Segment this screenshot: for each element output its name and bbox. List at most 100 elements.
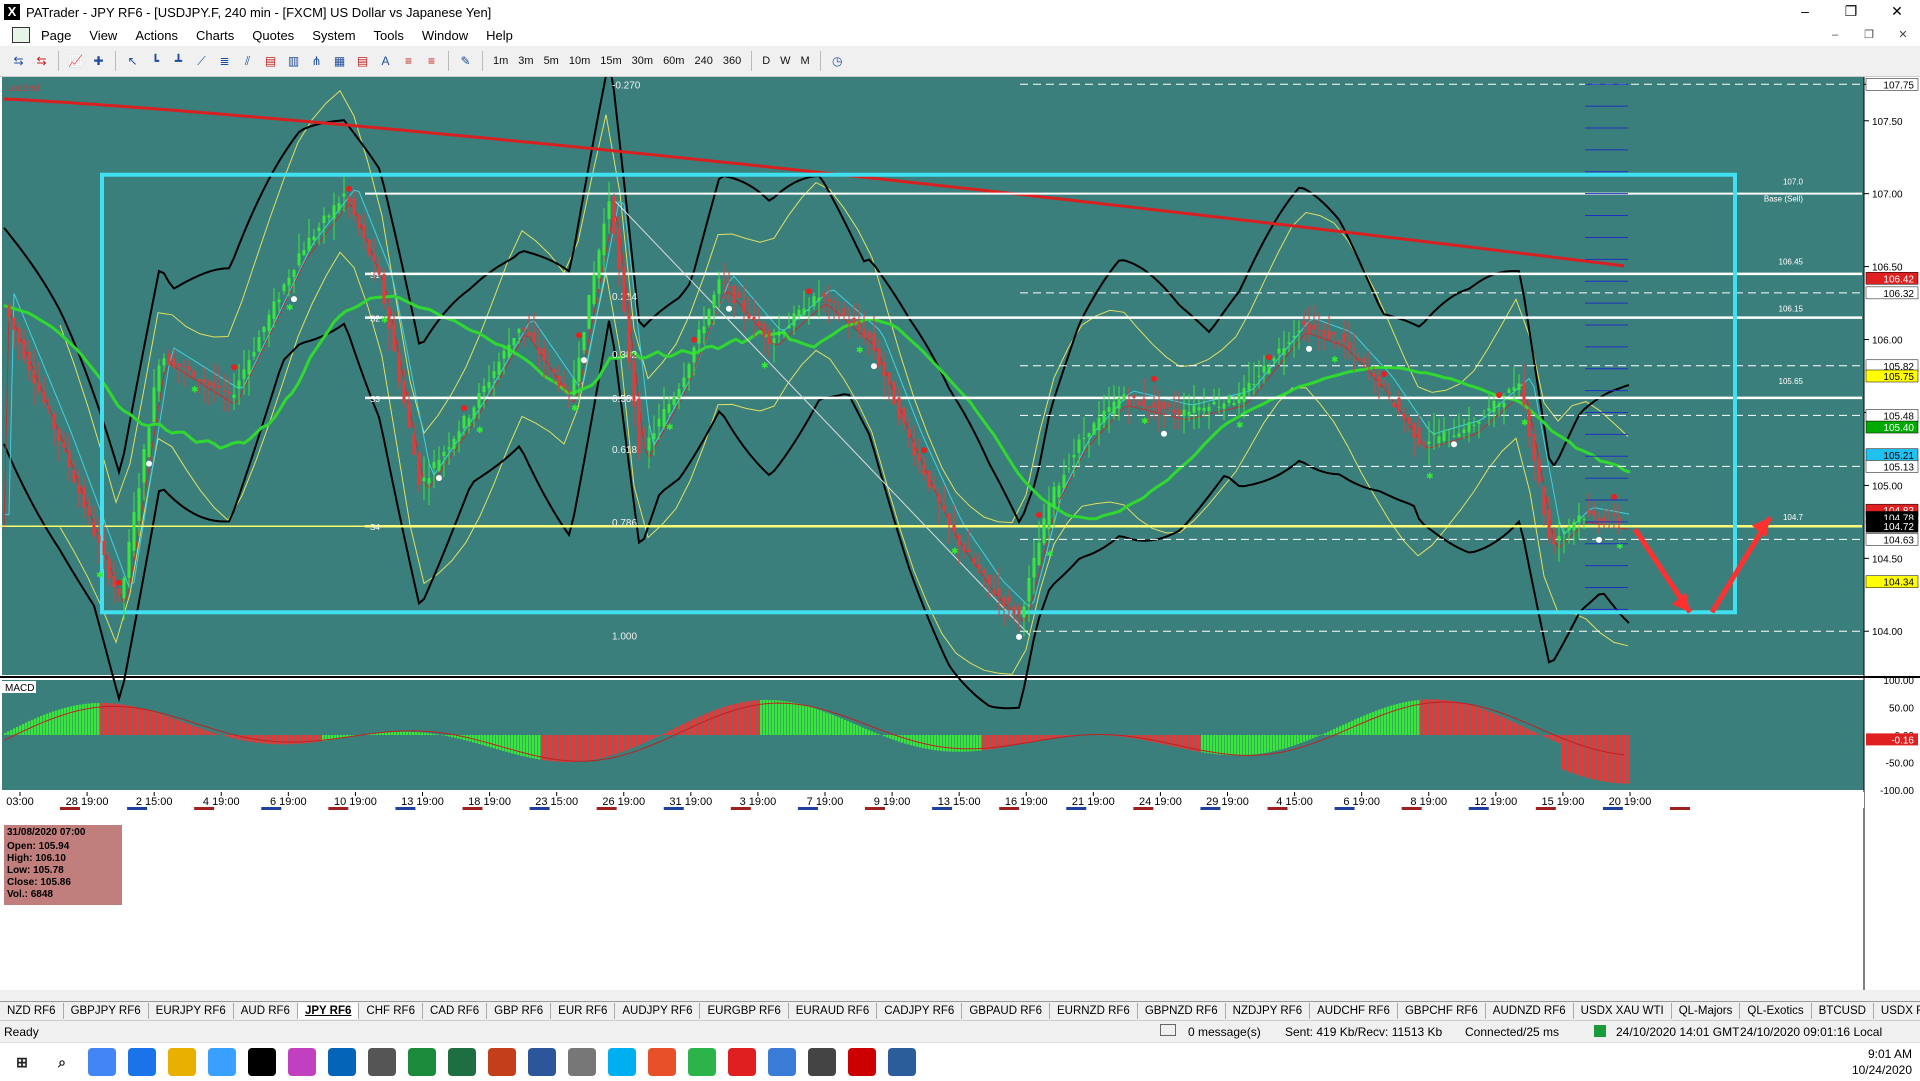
patrader-icon[interactable] — [248, 1048, 276, 1076]
mdi-close-button[interactable]: ✕ — [1886, 24, 1920, 46]
search-icon[interactable]: ⌕ — [48, 1048, 76, 1076]
price-chart-svg[interactable]: -0.2700.2140.3820.5000.6180.7861.000S1S2… — [0, 77, 1920, 990]
list-icon[interactable]: ▤ — [354, 53, 371, 70]
macd-bar — [541, 735, 543, 760]
symbol-tab[interactable]: AUDCHF RF6 — [1310, 1003, 1398, 1019]
text-icon[interactable]: A — [377, 53, 394, 70]
app-icon[interactable] — [288, 1048, 316, 1076]
symbol-tab[interactable]: GBPNZD RF6 — [1138, 1003, 1226, 1019]
timeframe-w[interactable]: W — [775, 55, 795, 67]
timeframe-60m[interactable]: 60m — [658, 55, 689, 67]
list2-icon[interactable]: ≡ — [400, 53, 417, 70]
symbol-tab[interactable]: QL-Exotics — [1740, 1003, 1811, 1019]
start-icon[interactable]: ⊞ — [8, 1048, 36, 1076]
symbol-tab[interactable]: AUDJPY RF6 — [615, 1003, 700, 1019]
close-button[interactable]: ✕ — [1874, 0, 1920, 24]
chrome-icon[interactable] — [88, 1048, 116, 1076]
minimize-button[interactable]: – — [1782, 0, 1828, 24]
symbol-tab[interactable]: AUDNZD RF6 — [1486, 1003, 1574, 1019]
photos-icon[interactable] — [888, 1048, 916, 1076]
menu-view[interactable]: View — [80, 28, 126, 43]
menu-actions[interactable]: Actions — [126, 28, 187, 43]
hline-icon[interactable]: ┗ — [147, 53, 164, 70]
excel-icon[interactable] — [448, 1048, 476, 1076]
symbol-tab[interactable]: NZDJPY RF6 — [1226, 1003, 1310, 1019]
fib-icon[interactable]: ≣ — [216, 53, 233, 70]
symbol-tab[interactable]: GBPCHF RF6 — [1398, 1003, 1486, 1019]
menu-charts[interactable]: Charts — [187, 28, 243, 43]
cursor-icon[interactable]: ↖ — [124, 53, 141, 70]
explorer-icon[interactable] — [168, 1048, 196, 1076]
timeframe-10m[interactable]: 10m — [564, 55, 595, 67]
menu-system[interactable]: System — [303, 28, 364, 43]
mdi-restore-button[interactable]: ❐ — [1852, 24, 1886, 46]
menu-tools[interactable]: Tools — [365, 28, 413, 43]
symbol-tab[interactable]: USDX XAU WTI — [1574, 1003, 1672, 1019]
maximize-button[interactable]: ❐ — [1828, 0, 1874, 24]
timeframe-15m[interactable]: 15m — [595, 55, 626, 67]
timeframe-d[interactable]: D — [757, 55, 775, 67]
sheets-icon[interactable] — [408, 1048, 436, 1076]
network-icon[interactable] — [808, 1048, 836, 1076]
gann-icon[interactable]: ▥ — [285, 53, 302, 70]
mdi-minimize-button[interactable]: – — [1818, 24, 1852, 46]
symbol-tab[interactable]: USDX RF6 — [1874, 1003, 1920, 1019]
symbol-tab[interactable]: GBPJPY RF6 — [64, 1003, 149, 1019]
symbol-tab[interactable]: CADJPY RF6 — [877, 1003, 962, 1019]
powerpoint-icon[interactable] — [488, 1048, 516, 1076]
symbol-tab[interactable]: CHF RF6 — [359, 1003, 423, 1019]
rect-icon[interactable]: ▤ — [262, 53, 279, 70]
symbol-tab[interactable]: EUR RF6 — [551, 1003, 615, 1019]
table-icon[interactable]: ▦ — [331, 53, 348, 70]
trendline-icon[interactable]: ⟋ — [193, 53, 210, 70]
symbol-tab[interactable]: EURJPY RF6 — [149, 1003, 234, 1019]
paint-icon[interactable] — [208, 1048, 236, 1076]
timeframe-1m[interactable]: 1m — [488, 55, 513, 67]
list3-icon[interactable]: ≡ — [423, 53, 440, 70]
menu-window[interactable]: Window — [413, 28, 477, 43]
link-red-icon[interactable]: ⇆ — [33, 53, 50, 70]
vline-icon[interactable]: ┻ — [170, 53, 187, 70]
menu-page[interactable]: Page — [32, 28, 80, 43]
edge-icon[interactable] — [128, 1048, 156, 1076]
pitchfork-icon[interactable]: ⋔ — [308, 53, 325, 70]
symbol-tab[interactable]: GBPAUD RF6 — [962, 1003, 1050, 1019]
timeframe-m[interactable]: M — [796, 55, 815, 67]
symbol-tab[interactable]: JPY RF6 — [298, 1003, 359, 1019]
app2-icon[interactable] — [648, 1048, 676, 1076]
symbol-tab[interactable]: EURAUD RF6 — [789, 1003, 877, 1019]
symbol-tab[interactable]: EURGBP RF6 — [700, 1003, 788, 1019]
symbol-tab[interactable]: QL-Majors — [1672, 1003, 1741, 1019]
media-icon[interactable] — [848, 1048, 876, 1076]
fin-icon[interactable] — [768, 1048, 796, 1076]
menu-help[interactable]: Help — [477, 28, 522, 43]
timeframe-30m[interactable]: 30m — [627, 55, 658, 67]
outlook-icon[interactable] — [328, 1048, 356, 1076]
app3-icon[interactable] — [688, 1048, 716, 1076]
crosshair-icon[interactable]: ✚ — [90, 53, 107, 70]
skype-icon[interactable] — [608, 1048, 636, 1076]
symbol-tab[interactable]: EURNZD RF6 — [1050, 1003, 1138, 1019]
clock-icon[interactable]: ◷ — [829, 53, 846, 70]
symbol-tab[interactable]: BTCUSD — [1812, 1003, 1874, 1019]
timeframe-360[interactable]: 360 — [718, 55, 746, 67]
page-icon[interactable] — [12, 27, 30, 43]
channel-icon[interactable]: ⫽ — [239, 53, 256, 70]
timeframe-240[interactable]: 240 — [689, 55, 717, 67]
calculator-icon[interactable] — [368, 1048, 396, 1076]
symbol-tab[interactable]: CAD RF6 — [423, 1003, 487, 1019]
symbol-tab[interactable]: NZD RF6 — [0, 1003, 64, 1019]
chart-window[interactable]: -0.2700.2140.3820.5000.6180.7861.000S1S2… — [0, 77, 1920, 990]
pencil-icon[interactable]: ✎ — [457, 53, 474, 70]
chart-icon[interactable]: 📈 — [67, 53, 84, 70]
symbol-tab[interactable]: AUD RF6 — [234, 1003, 298, 1019]
symbol-tab[interactable]: GBP RF6 — [487, 1003, 551, 1019]
files-icon[interactable] — [568, 1048, 596, 1076]
timeframe-5m[interactable]: 5m — [539, 55, 564, 67]
taskbar-clock[interactable]: 9:01 AM 10/24/2020 — [1852, 1046, 1912, 1078]
link-icon[interactable]: ⇆ — [10, 53, 27, 70]
word-icon[interactable] — [528, 1048, 556, 1076]
menu-quotes[interactable]: Quotes — [243, 28, 303, 43]
timeframe-3m[interactable]: 3m — [513, 55, 538, 67]
leaf-icon[interactable] — [728, 1048, 756, 1076]
